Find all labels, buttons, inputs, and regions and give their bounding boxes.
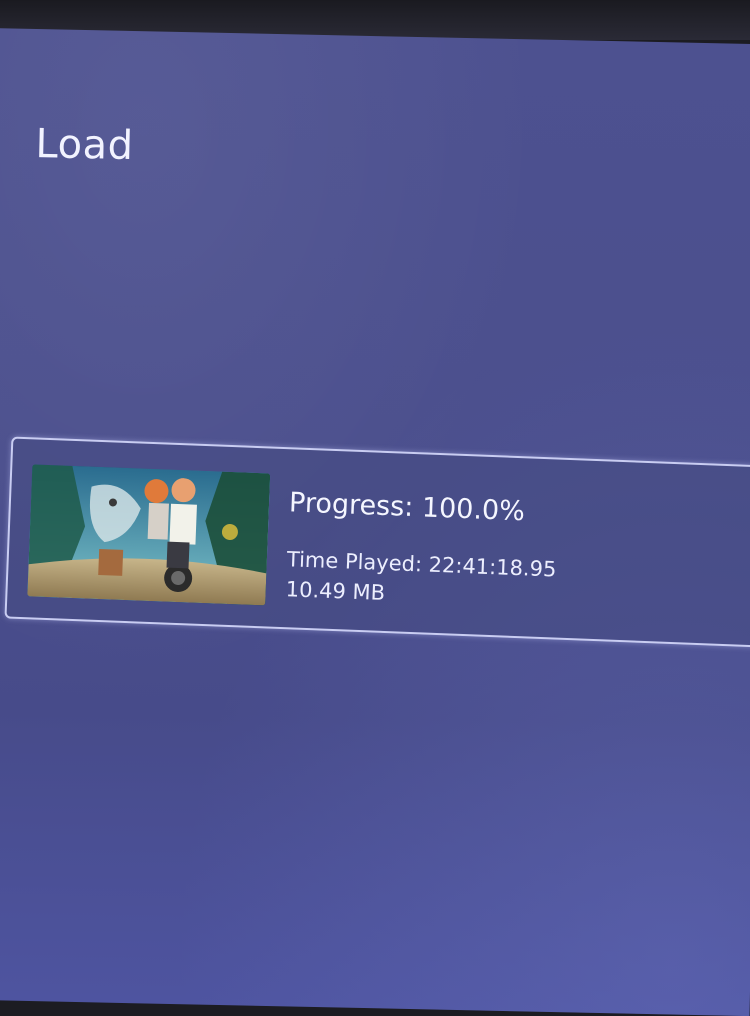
save-slot-card[interactable]: Progress: 100.0% Time Played: 22:41:18.9…: [4, 436, 750, 648]
page-title: Load: [35, 120, 135, 170]
progress-label: Progress: 100.0%: [288, 487, 526, 528]
time-played-label: Time Played: 22:41:18.95: [286, 547, 557, 582]
load-screen: Load Progress: 100.0% Time Played: 22:41…: [0, 28, 750, 1016]
file-size-label: 10.49 MB: [285, 577, 386, 605]
game-thumbnail: [27, 464, 271, 606]
